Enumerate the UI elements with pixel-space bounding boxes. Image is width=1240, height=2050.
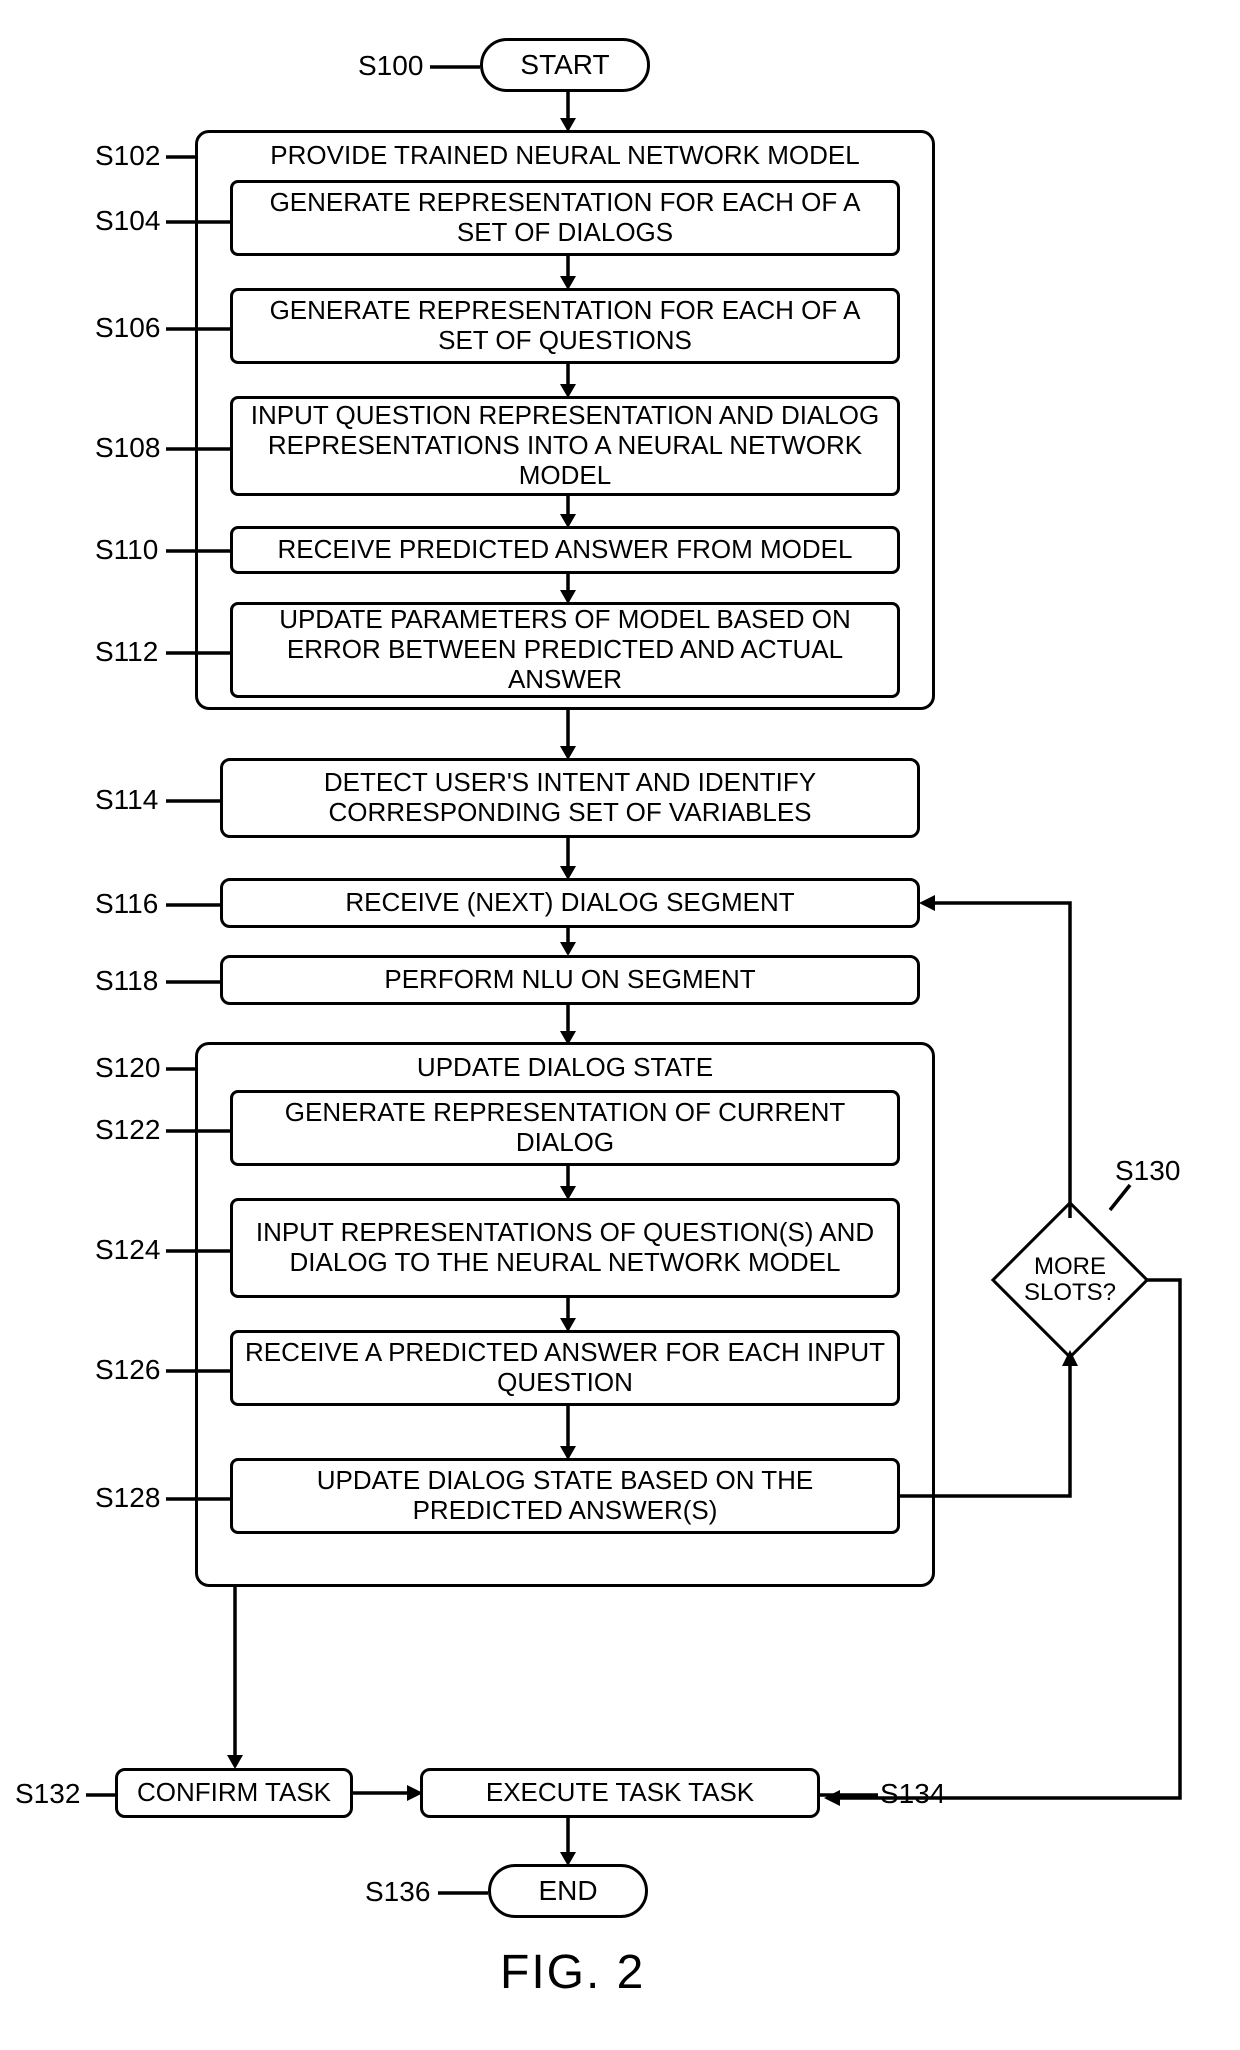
step-s112: UPDATE PARAMETERS OF MODEL BASED ON ERRO… bbox=[230, 602, 900, 698]
step-s116-text: RECEIVE (NEXT) DIALOG SEGMENT bbox=[345, 888, 794, 918]
step-s118-text: PERFORM NLU ON SEGMENT bbox=[384, 965, 755, 995]
step-s104: GENERATE REPRESENTATION FOR EACH OF A SE… bbox=[230, 180, 900, 256]
step-s132: CONFIRM TASK bbox=[115, 1768, 353, 1818]
figure-caption: FIG. 2 bbox=[500, 1945, 645, 2000]
leader-s122 bbox=[166, 1129, 230, 1133]
leader-s124 bbox=[166, 1249, 230, 1253]
label-s128: S128 bbox=[95, 1482, 160, 1514]
step-s126: RECEIVE A PREDICTED ANSWER FOR EACH INPU… bbox=[230, 1330, 900, 1406]
arrow-s118-group2 bbox=[558, 1005, 578, 1045]
step-s110-text: RECEIVE PREDICTED ANSWER FROM MODEL bbox=[278, 535, 853, 565]
leader-s132 bbox=[86, 1793, 115, 1797]
leader-s112 bbox=[166, 651, 230, 655]
flowchart-canvas: START S100 PROVIDE TRAINED NEURAL NETWOR… bbox=[0, 0, 1240, 2050]
step-s106: GENERATE REPRESENTATION FOR EACH OF A SE… bbox=[230, 288, 900, 364]
label-s126: S126 bbox=[95, 1354, 160, 1386]
label-s122: S122 bbox=[95, 1114, 160, 1146]
arrow-s108-s110 bbox=[558, 496, 578, 528]
leader-s118 bbox=[166, 980, 220, 984]
step-s112-text: UPDATE PARAMETERS OF MODEL BASED ON ERRO… bbox=[243, 605, 887, 695]
arrow-s114-s116 bbox=[558, 838, 578, 880]
step-s124: INPUT REPRESENTATIONS OF QUESTION(S) AND… bbox=[230, 1198, 900, 1298]
label-s118: S118 bbox=[95, 965, 158, 997]
step-s122-text: GENERATE REPRESENTATION OF CURRENT DIALO… bbox=[243, 1098, 887, 1158]
end-text: END bbox=[538, 1875, 597, 1907]
label-s100: S100 bbox=[358, 50, 423, 82]
step-s114-text: DETECT USER'S INTENT AND IDENTIFY CORRES… bbox=[233, 768, 907, 828]
arrow-group1-s114 bbox=[558, 710, 578, 760]
group1-title: PROVIDE TRAINED NEURAL NETWORK MODEL bbox=[195, 140, 935, 171]
leader-s134 bbox=[820, 1793, 878, 1797]
arrow-s110-s112 bbox=[558, 574, 578, 604]
step-s110: RECEIVE PREDICTED ANSWER FROM MODEL bbox=[230, 526, 900, 574]
step-s108: INPUT QUESTION REPRESENTATION AND DIALOG… bbox=[230, 396, 900, 496]
arrow-start-group1 bbox=[558, 92, 578, 132]
start-text: START bbox=[520, 49, 609, 81]
arrow-s116-s118 bbox=[558, 928, 578, 956]
arrow-s104-s106 bbox=[558, 256, 578, 290]
step-s124-text: INPUT REPRESENTATIONS OF QUESTION(S) AND… bbox=[243, 1218, 887, 1278]
group2-title: UPDATE DIALOG STATE bbox=[195, 1052, 935, 1083]
step-s126-text: RECEIVE A PREDICTED ANSWER FOR EACH INPU… bbox=[243, 1338, 887, 1398]
label-s102: S102 bbox=[95, 140, 160, 172]
step-s106-text: GENERATE REPRESENTATION FOR EACH OF A SE… bbox=[243, 296, 887, 356]
label-s124: S124 bbox=[95, 1234, 160, 1266]
step-s104-text: GENERATE REPRESENTATION FOR EACH OF A SE… bbox=[243, 188, 887, 248]
leader-s104 bbox=[166, 220, 230, 224]
arrow-s106-s108 bbox=[558, 364, 578, 398]
leader-s128 bbox=[166, 1497, 230, 1501]
leader-s114 bbox=[166, 799, 220, 803]
decision-s130-text: MORE SLOTS? bbox=[990, 1254, 1150, 1307]
step-s116: RECEIVE (NEXT) DIALOG SEGMENT bbox=[220, 878, 920, 928]
label-s136: S136 bbox=[365, 1876, 430, 1908]
leader-s100 bbox=[430, 65, 480, 69]
start-terminal: START bbox=[480, 38, 650, 92]
end-terminal: END bbox=[488, 1864, 648, 1918]
label-s134: S134 bbox=[880, 1778, 945, 1810]
arrow-s126-s128 bbox=[558, 1406, 578, 1460]
label-s120: S120 bbox=[95, 1052, 160, 1084]
arrow-s134-end bbox=[558, 1818, 578, 1866]
label-s110: S110 bbox=[95, 534, 158, 566]
leader-s126 bbox=[166, 1369, 230, 1373]
leader-s102 bbox=[166, 155, 195, 159]
label-s116: S116 bbox=[95, 888, 158, 920]
label-s114: S114 bbox=[95, 784, 158, 816]
step-s114: DETECT USER'S INTENT AND IDENTIFY CORRES… bbox=[220, 758, 920, 838]
label-s104: S104 bbox=[95, 205, 160, 237]
step-s134: EXECUTE TASK TASK bbox=[420, 1768, 820, 1818]
step-s108-text: INPUT QUESTION REPRESENTATION AND DIALOG… bbox=[243, 401, 887, 491]
label-s132: S132 bbox=[15, 1778, 80, 1810]
step-s122: GENERATE REPRESENTATION OF CURRENT DIALO… bbox=[230, 1090, 900, 1166]
arrow-s132-s134 bbox=[353, 1783, 423, 1803]
leader-s110 bbox=[166, 549, 230, 553]
leader-s108 bbox=[166, 447, 230, 451]
step-s128: UPDATE DIALOG STATE BASED ON THE PREDICT… bbox=[230, 1458, 900, 1534]
step-s118: PERFORM NLU ON SEGMENT bbox=[220, 955, 920, 1005]
arrow-group2-s132 bbox=[225, 1587, 245, 1769]
step-s132-text: CONFIRM TASK bbox=[137, 1778, 331, 1808]
arrow-diamond-no-s134 bbox=[820, 1278, 1190, 1808]
step-s128-text: UPDATE DIALOG STATE BASED ON THE PREDICT… bbox=[243, 1466, 887, 1526]
arrow-diamond-yes-s116 bbox=[915, 900, 1115, 1220]
arrow-s122-s124 bbox=[558, 1166, 578, 1200]
leader-s136 bbox=[438, 1891, 488, 1895]
leader-s120 bbox=[166, 1067, 195, 1071]
label-s108: S108 bbox=[95, 432, 160, 464]
step-s134-text: EXECUTE TASK TASK bbox=[486, 1778, 754, 1808]
leader-s116 bbox=[166, 903, 220, 907]
label-s106: S106 bbox=[95, 312, 160, 344]
arrow-s124-s126 bbox=[558, 1298, 578, 1332]
leader-s106 bbox=[166, 327, 230, 331]
label-s112: S112 bbox=[95, 636, 158, 668]
label-s130: S130 bbox=[1115, 1155, 1180, 1187]
